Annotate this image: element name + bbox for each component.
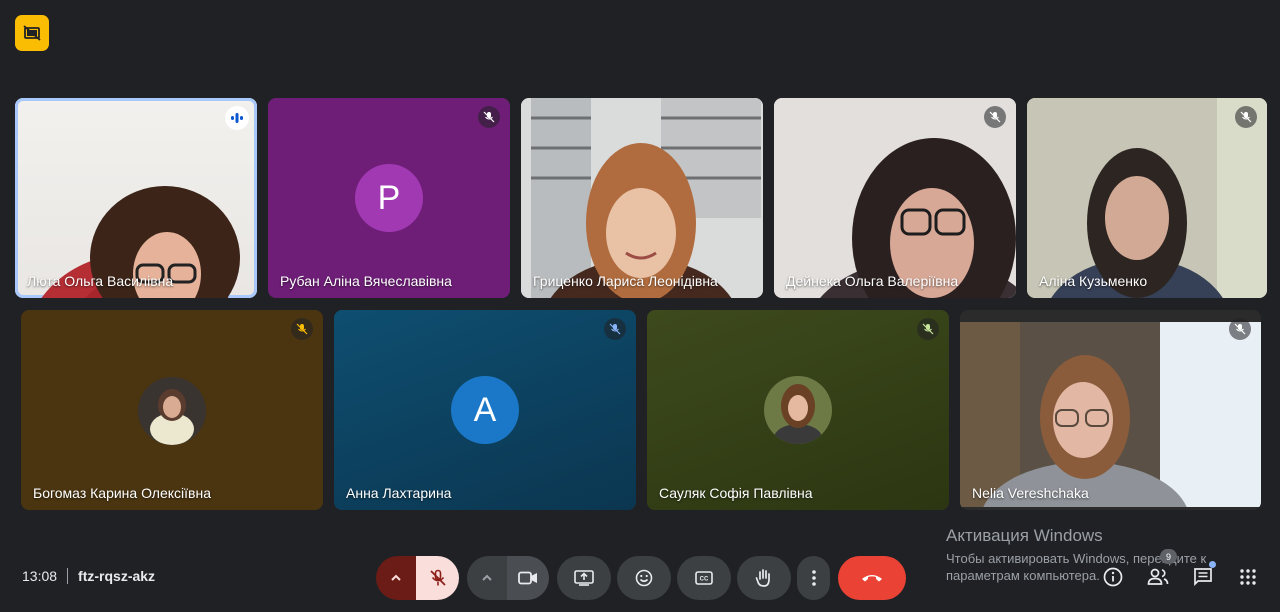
meeting-time: 13:08: [22, 568, 58, 584]
participant-name: Богомаз Карина Олексіївна: [33, 485, 212, 501]
participant-video: [521, 98, 763, 298]
mic-muted-indicator: [1229, 318, 1251, 340]
meeting-code[interactable]: ftz-rqsz-akz: [78, 568, 155, 584]
mic-off-icon: [296, 323, 308, 335]
chat-icon: [1194, 568, 1212, 587]
participant-tile-3[interactable]: Гриценко Лариса Леонідівна: [521, 98, 763, 298]
hand-icon: [755, 569, 770, 587]
participant-count-badge: 9: [1160, 549, 1177, 564]
participant-name: Аліна Кузьменко: [1039, 273, 1148, 289]
avatar: [138, 377, 206, 445]
mic-muted-indicator: [291, 318, 313, 340]
presenting-badge[interactable]: [15, 15, 49, 51]
participant-video: [41, 186, 240, 298]
mic-muted-indicator: [1235, 106, 1257, 128]
activities-button[interactable]: [1234, 563, 1262, 591]
more-vert-icon: [811, 570, 816, 586]
mic-muted-indicator: [917, 318, 939, 340]
participant-name: Сауляк Софія Павлівна: [659, 485, 813, 501]
mic-off-icon: [989, 111, 1001, 123]
microphone-toggle-button[interactable]: [416, 556, 459, 600]
people-button[interactable]: [1144, 563, 1172, 591]
mic-muted-indicator: [478, 106, 500, 128]
watermark-title: Активация Windows: [946, 526, 1103, 545]
participant-tile-4[interactable]: Дейнека Ольга Валеріївна: [774, 98, 1016, 298]
chevron-up-icon: [482, 574, 492, 581]
participant-tile-9[interactable]: Nelia Vereshchaka: [960, 310, 1261, 510]
mic-off-icon: [483, 111, 495, 123]
closed-caption-icon: CC: [695, 571, 713, 585]
reactions-button[interactable]: [617, 556, 671, 600]
participant-tile-6[interactable]: Богомаз Карина Олексіївна: [21, 310, 323, 510]
apps-grid-icon: [1240, 569, 1256, 585]
participant-tile-7[interactable]: A Анна Лахтарина: [334, 310, 636, 510]
participant-name: Гриценко Лариса Леонідівна: [533, 273, 718, 289]
present-screen-button[interactable]: [557, 556, 611, 600]
leave-call-button[interactable]: [838, 556, 906, 600]
participant-name: Люта Ольга Василівна: [27, 273, 174, 289]
audio-wave-icon: [231, 113, 243, 123]
participant-video: [774, 98, 1016, 298]
speaking-indicator: [225, 106, 249, 130]
mic-off-icon: [1234, 323, 1246, 335]
participant-tile-1[interactable]: Люта Ольга Василівна: [15, 98, 257, 298]
chevron-up-icon: [391, 574, 401, 581]
divider: [67, 568, 69, 584]
screen-share-off-icon: [23, 25, 41, 41]
avatar: A: [451, 376, 519, 444]
people-icon: [1147, 568, 1169, 585]
participant-name: Анна Лахтарина: [346, 485, 452, 501]
audio-options-button[interactable]: [376, 556, 416, 600]
avatar: P: [355, 164, 423, 232]
svg-text:CC: CC: [700, 577, 709, 583]
mic-off-icon: [1240, 111, 1252, 123]
chat-button[interactable]: [1189, 561, 1217, 591]
participant-name: Дейнека Ольга Валеріївна: [786, 273, 959, 289]
avatar: [764, 376, 832, 444]
emoji-icon: [635, 569, 653, 587]
participant-tile-5[interactable]: Аліна Кузьменко: [1027, 98, 1267, 298]
participant-name: Nelia Vereshchaka: [972, 485, 1089, 501]
meeting-details-button[interactable]: [1099, 563, 1127, 591]
video-options-button[interactable]: [467, 556, 507, 600]
participant-video: [1027, 98, 1267, 298]
mic-off-icon: [609, 323, 621, 335]
meeting-info: 13:08 ftz-rqsz-akz: [22, 568, 155, 584]
videocam-icon: [518, 571, 537, 585]
participant-tile-8[interactable]: Сауляк Софія Павлівна: [647, 310, 949, 510]
present-to-all-icon: [574, 570, 594, 586]
camera-toggle-button[interactable]: [507, 556, 549, 600]
participant-name: Рубан Аліна Вячеславівна: [280, 273, 452, 289]
mic-off-icon: [922, 323, 934, 335]
more-options-button[interactable]: [797, 556, 830, 600]
unread-dot: [1209, 561, 1216, 568]
participant-tile-2[interactable]: P Рубан Аліна Вячеславівна: [268, 98, 510, 298]
mic-muted-indicator: [984, 106, 1006, 128]
participant-video: [960, 322, 1261, 507]
mic-muted-indicator: [604, 318, 626, 340]
info-icon: [1103, 567, 1123, 587]
raise-hand-button[interactable]: [737, 556, 791, 600]
mic-off-icon: [429, 569, 446, 586]
call-end-icon: [862, 575, 882, 582]
captions-button[interactable]: CC: [677, 556, 731, 600]
